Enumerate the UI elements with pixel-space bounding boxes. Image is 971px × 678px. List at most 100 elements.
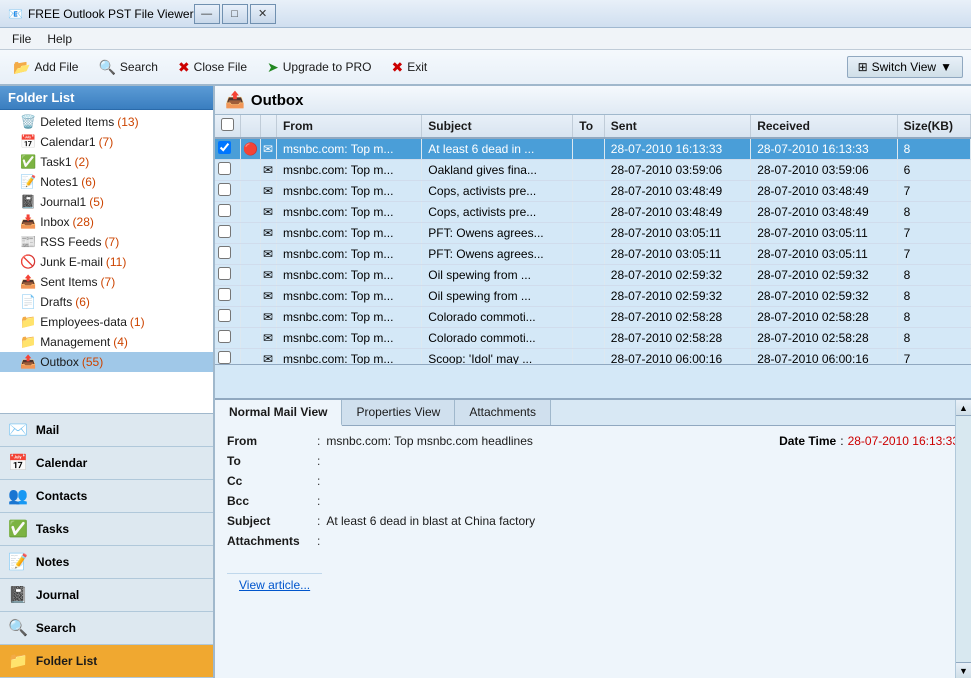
row-checkbox-9[interactable]: [215, 328, 241, 349]
row-flag-4: [241, 223, 261, 244]
folder-item-employees[interactable]: 📁Employees-data (1): [0, 312, 213, 332]
folder-icon-junk: 🚫: [20, 254, 36, 270]
folder-count-deleted: (13): [117, 115, 138, 129]
row-to-1: [573, 160, 605, 181]
table-row[interactable]: ✉ msnbc.com: Top m... Oil spewing from .…: [215, 286, 971, 307]
title-text: FREE Outlook PST File Viewer: [28, 7, 194, 21]
row-from-2: msnbc.com: Top m...: [276, 181, 421, 202]
row-checkbox-3[interactable]: [215, 202, 241, 223]
nav-item-contacts[interactable]: 👥Contacts: [0, 480, 213, 513]
email-table: From Subject To Sent Received Size(KB) 🔴…: [215, 115, 971, 365]
col-attach[interactable]: [260, 115, 276, 138]
folder-item-outbox[interactable]: 📤Outbox (55): [0, 352, 213, 372]
table-row[interactable]: ✉ msnbc.com: Top m... Colorado commoti..…: [215, 307, 971, 328]
email-list-wrapper[interactable]: From Subject To Sent Received Size(KB) 🔴…: [215, 115, 971, 365]
email-list: From Subject To Sent Received Size(KB) 🔴…: [215, 115, 971, 398]
folder-count-outbox: (55): [82, 355, 103, 369]
folder-item-notes1[interactable]: 📝Notes1 (6): [0, 172, 213, 192]
close-button[interactable]: ✕: [250, 4, 276, 24]
folder-item-deleted[interactable]: 🗑️Deleted Items (13): [0, 112, 213, 132]
col-subject[interactable]: Subject: [422, 115, 573, 138]
preview-cc-row: Cc :: [227, 474, 959, 488]
nav-item-tasks[interactable]: ✅Tasks: [0, 513, 213, 546]
tab-normal-mail[interactable]: Normal Mail View: [215, 400, 342, 426]
col-size[interactable]: Size(KB): [897, 115, 970, 138]
row-checkbox-7[interactable]: [215, 286, 241, 307]
row-from-5: msnbc.com: Top m...: [276, 244, 421, 265]
folder-tree[interactable]: 🗑️Deleted Items (13)📅Calendar1 (7)✅Task1…: [0, 110, 213, 413]
row-sent-8: 28-07-2010 02:58:28: [604, 307, 750, 328]
nav-item-search[interactable]: 🔍Search: [0, 612, 213, 645]
tab-properties[interactable]: Properties View: [342, 400, 455, 425]
menu-help[interactable]: Help: [39, 30, 80, 48]
close-file-button[interactable]: ✖ Close File: [169, 55, 256, 80]
col-sent[interactable]: Sent: [604, 115, 750, 138]
minimize-button[interactable]: —: [194, 4, 220, 24]
folder-name-outbox: Outbox: [40, 355, 79, 369]
row-checkbox-10[interactable]: [215, 349, 241, 366]
bcc-label: Bcc: [227, 494, 317, 508]
folder-item-management[interactable]: 📁Management (4): [0, 332, 213, 352]
view-article-link[interactable]: View article...: [227, 573, 322, 600]
select-all-checkbox[interactable]: [221, 118, 234, 131]
table-row[interactable]: ✉ msnbc.com: Top m... Oil spewing from .…: [215, 265, 971, 286]
row-checkbox-4[interactable]: [215, 223, 241, 244]
exit-button[interactable]: ✖ Exit: [382, 55, 436, 80]
row-from-4: msnbc.com: Top m...: [276, 223, 421, 244]
maximize-button[interactable]: □: [222, 4, 248, 24]
table-row[interactable]: ✉ msnbc.com: Top m... Cops, activists pr…: [215, 181, 971, 202]
app-icon: 📧: [8, 7, 23, 21]
folder-item-task1[interactable]: ✅Task1 (2): [0, 152, 213, 172]
upgrade-button[interactable]: ➤ Upgrade to PRO: [258, 55, 380, 80]
folder-item-calendar1[interactable]: 📅Calendar1 (7): [0, 132, 213, 152]
row-checkbox-8[interactable]: [215, 307, 241, 328]
row-checkbox-2[interactable]: [215, 181, 241, 202]
folder-count-rss: (7): [105, 235, 120, 249]
col-received[interactable]: Received: [751, 115, 897, 138]
nav-item-notes[interactable]: 📝Notes: [0, 546, 213, 579]
row-received-4: 28-07-2010 03:05:11: [751, 223, 897, 244]
folder-item-sent[interactable]: 📤Sent Items (7): [0, 272, 213, 292]
sidebar: Folder List 🗑️Deleted Items (13)📅Calenda…: [0, 86, 215, 678]
nav-item-folder-list[interactable]: 📁Folder List: [0, 645, 213, 678]
folder-count-calendar1: (7): [99, 135, 114, 149]
folder-item-inbox[interactable]: 📥Inbox (28): [0, 212, 213, 232]
col-to[interactable]: To: [573, 115, 605, 138]
row-checkbox-1[interactable]: [215, 160, 241, 181]
nav-label-folder-list: Folder List: [36, 654, 97, 668]
row-received-2: 28-07-2010 03:48:49: [751, 181, 897, 202]
table-row[interactable]: ✉ msnbc.com: Top m... Oakland gives fina…: [215, 160, 971, 181]
nav-item-journal[interactable]: 📓Journal: [0, 579, 213, 612]
table-row[interactable]: ✉ msnbc.com: Top m... PFT: Owens agrees.…: [215, 244, 971, 265]
nav-item-calendar[interactable]: 📅Calendar: [0, 447, 213, 480]
row-checkbox-0[interactable]: [215, 138, 241, 160]
row-received-6: 28-07-2010 02:59:32: [751, 265, 897, 286]
row-attach-0: ✉: [260, 138, 276, 160]
table-row[interactable]: 🔴 ✉ msnbc.com: Top m... At least 6 dead …: [215, 138, 971, 160]
row-subject-6: Oil spewing from ...: [422, 265, 573, 286]
row-checkbox-5[interactable]: [215, 244, 241, 265]
row-sent-2: 28-07-2010 03:48:49: [604, 181, 750, 202]
table-row[interactable]: ✉ msnbc.com: Top m... Colorado commoti..…: [215, 328, 971, 349]
add-file-button[interactable]: 📂 Add File: [4, 55, 87, 80]
table-row[interactable]: ✉ msnbc.com: Top m... Cops, activists pr…: [215, 202, 971, 223]
row-checkbox-6[interactable]: [215, 265, 241, 286]
folder-item-drafts[interactable]: 📄Drafts (6): [0, 292, 213, 312]
folder-item-rss[interactable]: 📰RSS Feeds (7): [0, 232, 213, 252]
tab-attachments[interactable]: Attachments: [455, 400, 551, 425]
folder-item-journal1[interactable]: 📓Journal1 (5): [0, 192, 213, 212]
folder-icon-deleted: 🗑️: [20, 114, 36, 130]
switch-view-button[interactable]: ⊞ Switch View ▼: [847, 56, 963, 78]
table-row[interactable]: ✉ msnbc.com: Top m... Scoop: 'Idol' may …: [215, 349, 971, 366]
col-checkbox[interactable]: [215, 115, 241, 138]
search-button[interactable]: 🔍 Search: [89, 55, 166, 80]
folder-item-junk[interactable]: 🚫Junk E-mail (11): [0, 252, 213, 272]
folder-name-management: Management: [40, 335, 110, 349]
col-from[interactable]: From: [276, 115, 421, 138]
folder-name-employees: Employees-data: [40, 315, 127, 329]
nav-item-mail[interactable]: ✉️Mail: [0, 414, 213, 447]
table-row[interactable]: ✉ msnbc.com: Top m... PFT: Owens agrees.…: [215, 223, 971, 244]
col-flag[interactable]: [241, 115, 261, 138]
menu-file[interactable]: File: [4, 30, 39, 48]
row-to-7: [573, 286, 605, 307]
